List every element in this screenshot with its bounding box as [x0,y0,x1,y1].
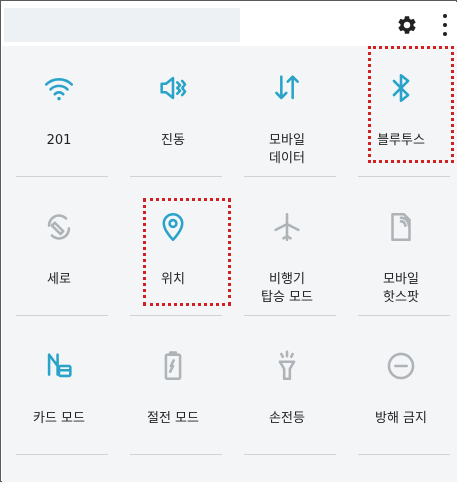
tile-grid: 201 진동 모바일 데이터 블루투스 세로 위치 비행기 탑승 모드 모바일 핫스팟 카드 모… [2,46,457,482]
flashlight-icon [230,346,344,386]
wifi-icon [2,68,116,108]
tile-vibrate[interactable]: 진동 [116,46,230,176]
quick-settings-panel: 201 진동 모바일 데이터 블루투스 세로 위치 비행기 탑승 모드 모바일 핫스팟 카드 모… [0,0,457,482]
row-divider [244,315,336,316]
tile-label: 손전등 [269,411,305,426]
tile-label: 모바일 데이터 [269,133,305,166]
battery-icon [116,346,230,386]
row-divider [358,454,450,455]
row-divider [358,315,450,316]
row-divider [16,176,108,177]
tile-rotate[interactable]: 세로 [2,185,116,315]
tile-flashlight[interactable]: 손전등 [230,324,344,454]
row-divider [244,454,336,455]
row-divider [130,315,222,316]
tile-label: 진동 [161,133,185,148]
mobile-data-icon [230,68,344,108]
rotate-icon [2,207,116,247]
tile-power-saving[interactable]: 절전 모드 [116,324,230,454]
highlight-box [143,198,231,306]
tile-label: 비행기 탑승 모드 [261,272,313,305]
tile-label: 절전 모드 [147,411,199,426]
hotspot-icon [344,207,457,247]
gear-icon[interactable] [396,14,418,36]
card-mode-icon [2,346,116,386]
tile-card-mode[interactable]: 카드 모드 [2,324,116,454]
vibrate-icon [116,68,230,108]
tile-label: 세로 [47,272,71,287]
search-bar[interactable] [4,8,240,42]
row-divider [16,315,108,316]
row-divider [358,176,450,177]
tile-airplane[interactable]: 비행기 탑승 모드 [230,185,344,315]
status-header [2,2,457,46]
tile-wifi[interactable]: 201 [2,46,116,176]
do-not-disturb-icon [344,346,457,386]
tile-label: 카드 모드 [33,411,85,426]
more-vertical-icon[interactable] [440,12,450,38]
row-divider [130,454,222,455]
row-divider [16,454,108,455]
tile-label: 201 [46,133,72,148]
tile-label: 방해 금지 [375,411,427,426]
tile-hotspot[interactable]: 모바일 핫스팟 [344,185,457,315]
tile-label: 모바일 핫스팟 [383,272,419,305]
airplane-icon [230,207,344,247]
tile-do-not-disturb[interactable]: 방해 금지 [344,324,457,454]
row-divider [130,176,222,177]
highlight-box [368,46,454,163]
row-divider [244,176,336,177]
tile-mobile-data[interactable]: 모바일 데이터 [230,46,344,176]
